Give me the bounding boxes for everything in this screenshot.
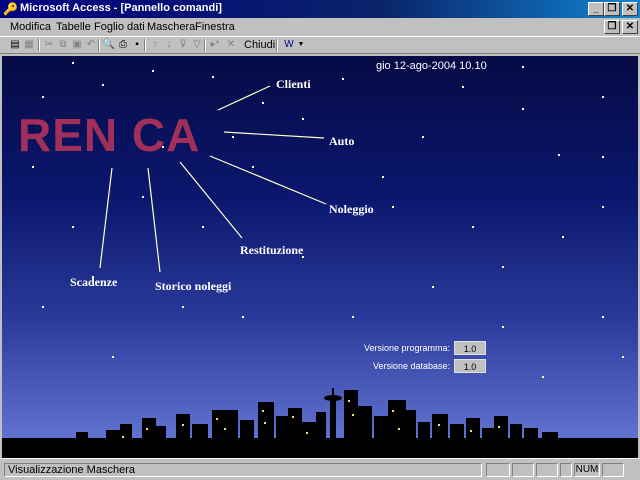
paste-icon[interactable]: ▣	[70, 38, 84, 52]
version-program-field[interactable]: 1.0	[454, 341, 486, 355]
window-title: Microsoft Access - [Pannello comandi]	[20, 2, 222, 14]
copy-icon[interactable]: ⧉	[56, 38, 70, 52]
new-record-icon[interactable]: ▸*	[208, 38, 222, 52]
cut-icon[interactable]: ✂	[42, 38, 56, 52]
delete-record-icon[interactable]: ✕	[224, 38, 238, 52]
menu-bar: Modifica Tabelle Foglio dati Maschera Fi…	[0, 18, 640, 36]
print-icon[interactable]: ⎙	[116, 38, 130, 52]
menu-modifica[interactable]: Modifica	[10, 21, 51, 33]
version-program-label: Versione programma:	[363, 343, 450, 353]
link-restituzione[interactable]: Restituzione	[240, 243, 303, 258]
status-panel	[560, 463, 572, 477]
line-auto	[223, 131, 325, 139]
line-restituzione	[179, 161, 243, 239]
view-icon[interactable]: ▤	[8, 38, 22, 52]
title-bar: 🔑 Microsoft Access - [Pannello comandi] …	[0, 0, 640, 18]
menu-maschera[interactable]: Maschera	[147, 21, 195, 33]
toolbar: ▤ ▦ ✂ ⧉ ▣ ↶ 🔍 ⎙ ▪ ↑ ↓ ⊽ ▽ ▸* ✕ Chiudi W …	[0, 36, 640, 54]
filter-icon[interactable]: ⊽	[176, 38, 190, 52]
status-text: Visualizzazione Maschera	[4, 463, 482, 477]
version-database-field[interactable]: 1.0	[454, 359, 486, 373]
num-lock-indicator: NUM	[574, 463, 600, 477]
link-clienti[interactable]: Clienti	[276, 77, 311, 92]
city-skyline-image	[2, 388, 638, 458]
chiudi-button[interactable]: Chiudi	[244, 39, 275, 51]
line-clienti	[217, 85, 271, 111]
status-panel	[602, 463, 624, 477]
sort-asc-icon[interactable]: ↑	[148, 38, 162, 52]
print-preview-icon[interactable]: 🔍	[102, 38, 116, 52]
link-auto[interactable]: Auto	[329, 134, 354, 149]
menu-finestra[interactable]: Finestra	[195, 21, 235, 33]
status-panel	[486, 463, 510, 477]
toolbar-separator	[276, 39, 278, 51]
version-database-label: Versione database:	[372, 361, 450, 371]
status-panel	[512, 463, 534, 477]
menu-foglio-dati[interactable]: Foglio dati	[94, 21, 145, 33]
toolbar-separator	[38, 39, 40, 51]
undo-icon[interactable]: ↶	[84, 38, 98, 52]
close-button[interactable]: ✕	[622, 2, 638, 16]
minimize-button[interactable]: _	[588, 2, 604, 16]
status-panel	[536, 463, 558, 477]
save-icon[interactable]: ▪	[130, 38, 144, 52]
status-bar: Visualizzazione Maschera NUM	[0, 458, 640, 480]
mdi-restore-button[interactable]: ❐	[604, 20, 620, 34]
apply-filter-icon[interactable]: ▽	[190, 38, 204, 52]
access-key-icon: 🔑	[3, 2, 18, 16]
chevron-down-icon[interactable]: ▼	[294, 38, 308, 52]
toolbar-separator	[98, 39, 100, 51]
toolbar-separator	[144, 39, 146, 51]
toolbar-separator	[204, 39, 206, 51]
design-icon[interactable]: ▦	[22, 38, 36, 52]
link-noleggio[interactable]: Noleggio	[329, 202, 374, 217]
line-scadenze	[99, 167, 113, 269]
switchboard-form: gio 12-ago-2004 10.10 REN CA Clienti Aut…	[2, 56, 638, 458]
mdi-close-button[interactable]: ✕	[622, 20, 638, 34]
menu-tabelle[interactable]: Tabelle	[56, 21, 91, 33]
link-storico-noleggi[interactable]: Storico noleggi	[155, 279, 231, 294]
line-noleggio	[209, 155, 327, 205]
line-storico	[147, 167, 161, 273]
link-scadenze[interactable]: Scadenze	[70, 275, 117, 290]
restore-button[interactable]: ❐	[604, 2, 620, 16]
sort-desc-icon[interactable]: ↓	[162, 38, 176, 52]
